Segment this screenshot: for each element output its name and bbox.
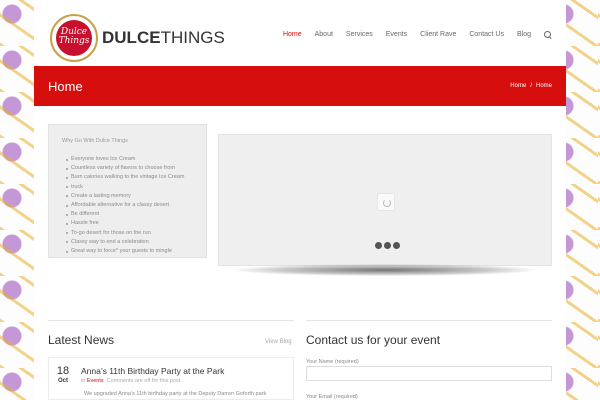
list-item: Hassle free	[65, 219, 184, 228]
dot-icon	[384, 242, 391, 249]
list-item: Create a lasting memory	[65, 192, 184, 201]
news-meta-prefix: in	[81, 378, 86, 384]
view-blog-link[interactable]: View Blog	[265, 339, 292, 345]
section-divider	[306, 320, 552, 321]
search-icon[interactable]	[544, 31, 552, 39]
breadcrumb-current: Home	[535, 83, 552, 89]
news-meta: in Events Comments are off for this post…	[81, 378, 182, 384]
email-field-label: Your Email (required)	[306, 394, 358, 400]
name-field[interactable]	[306, 366, 552, 381]
wordmark-bold: DULCE	[102, 28, 161, 47]
news-title-link[interactable]: Anna’s 11th Birthday Party at the Park	[81, 366, 224, 376]
name-field-label: Your Name (required)	[306, 359, 359, 365]
breadcrumb-separator: /	[530, 83, 532, 89]
why-panel: Why Go With Dulce Things Everyone loves …	[48, 124, 207, 258]
nav-item-client-rave[interactable]: Client Rave	[420, 31, 456, 39]
dot-icon	[375, 242, 382, 249]
news-date-month: Oct	[57, 378, 68, 384]
contact-heading: Contact us for your event	[306, 333, 441, 347]
nav-item-contact-us[interactable]: Contact Us	[469, 31, 504, 39]
nav-item-home[interactable]: Home	[283, 31, 302, 39]
list-item: Affordable alternative for a classy dese…	[65, 201, 184, 210]
nav-item-services[interactable]: Services	[346, 31, 373, 39]
list-item: Be different	[65, 210, 184, 219]
breadcrumb: Home / Home	[510, 83, 552, 89]
list-item: Countless variety of flavors to choose f…	[65, 164, 184, 173]
nav-item-events[interactable]: Events	[386, 31, 407, 39]
logo-seal[interactable]: Dulce Things	[50, 14, 98, 62]
list-item: Classy way to end a celebration	[65, 238, 184, 247]
logo-wordmark[interactable]: DULCETHINGS	[102, 28, 225, 48]
list-item-continuation: truck	[65, 183, 184, 192]
list-item: Burn calories walking to the vintage Ice…	[65, 173, 184, 182]
news-comments-note: Comments are off for this post.	[106, 378, 182, 384]
breadcrumb-home-link[interactable]: Home	[510, 83, 526, 89]
nav-item-blog[interactable]: Blog	[517, 31, 531, 39]
nav-item-about[interactable]: About	[315, 31, 333, 39]
image-slider[interactable]	[218, 134, 552, 266]
slider-loading-dots	[375, 242, 400, 249]
list-item: To-go desert for those on the run	[65, 229, 184, 238]
slider-shadow	[234, 264, 536, 276]
latest-news-heading: Latest News	[48, 333, 115, 347]
page-container: Dulce Things DULCETHINGS Home About Serv…	[34, 0, 566, 400]
why-title: Why Go With Dulce Things	[62, 138, 128, 144]
wordmark-light: THINGS	[160, 28, 225, 47]
list-item: Everyone loves Ice Cream	[65, 155, 184, 164]
why-list: Everyone loves Ice Cream Countless varie…	[65, 155, 184, 256]
page-title-bar: Home Home / Home	[34, 66, 566, 106]
news-category-link[interactable]: Events	[87, 378, 104, 384]
dot-icon	[393, 242, 400, 249]
section-divider	[48, 320, 294, 321]
site-header: Dulce Things DULCETHINGS Home About Serv…	[34, 0, 566, 66]
news-date-day: 18	[56, 365, 70, 377]
list-item: Great way to force* your guests to mingl…	[65, 247, 184, 256]
page-title: Home	[48, 79, 83, 94]
news-item[interactable]: 18 Oct Anna’s 11th Birthday Party at the…	[48, 357, 294, 400]
main-nav: Home About Services Events Client Rave C…	[283, 31, 552, 39]
loading-spinner-icon	[377, 193, 395, 211]
logo-script-text: Dulce Things	[58, 27, 90, 46]
news-excerpt: We upgraded Anna’s 11th birthday party a…	[84, 391, 267, 397]
